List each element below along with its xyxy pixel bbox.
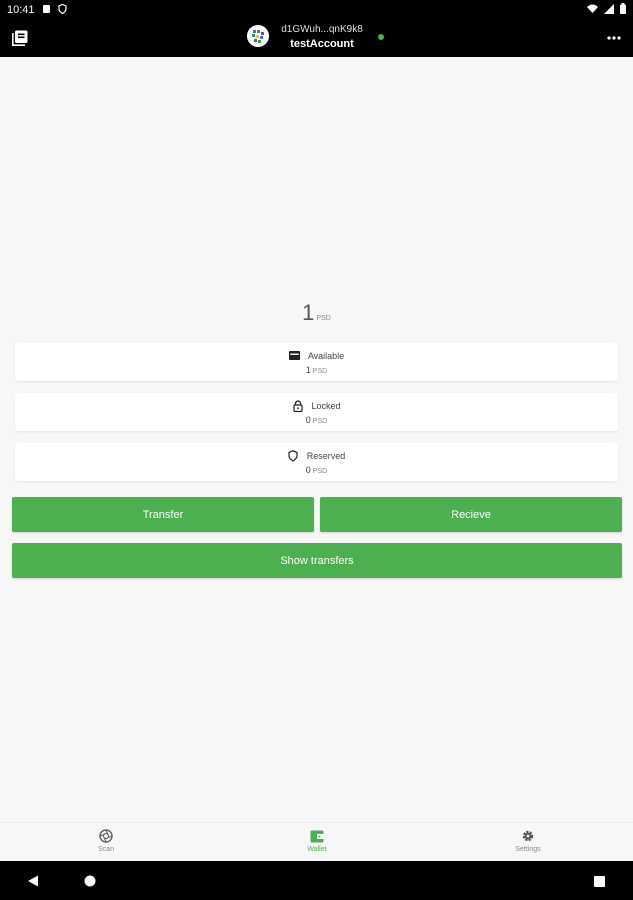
notification-icon xyxy=(42,4,51,17)
wifi-icon xyxy=(587,4,598,16)
wallet-icon xyxy=(288,350,300,361)
recents-icon[interactable] xyxy=(592,874,606,888)
account-name: testAccount xyxy=(290,38,354,50)
account-address: d1GWuh...qnK9k8 xyxy=(281,24,363,35)
account-info[interactable]: d1GWuh...qnK9k8 testAccount xyxy=(277,23,367,51)
system-nav xyxy=(0,861,633,900)
total-balance-amount: 1 xyxy=(302,300,315,325)
nav-label-wallet: Wallet xyxy=(307,846,327,853)
library-icon[interactable] xyxy=(11,29,29,47)
locked-unit: PSD xyxy=(312,418,328,425)
nav-label-scan: Scan xyxy=(98,846,114,853)
total-balance-unit: PSD xyxy=(316,315,331,322)
more-icon[interactable] xyxy=(605,28,623,48)
available-card: Available 1 PSD xyxy=(15,343,618,381)
locked-label: Locked xyxy=(311,400,341,411)
nav-item-wallet[interactable]: Wallet xyxy=(277,828,357,853)
gear-icon xyxy=(488,828,568,844)
available-value: 1 xyxy=(305,365,311,375)
home-icon[interactable] xyxy=(83,874,97,888)
reserved-unit: PSD xyxy=(312,468,328,475)
signal-icon xyxy=(604,3,614,17)
reserved-value: 0 xyxy=(305,465,311,475)
shield-icon xyxy=(57,3,67,17)
show-transfers-button[interactable]: Show transfers xyxy=(12,543,622,578)
available-label: Available xyxy=(307,350,345,361)
wallet-icon xyxy=(277,828,357,844)
bottom-nav: Scan Wallet Settings xyxy=(0,822,633,861)
back-icon[interactable] xyxy=(26,874,40,888)
battery-icon xyxy=(620,3,626,17)
locked-value: 0 xyxy=(305,415,311,425)
nav-item-settings[interactable]: Settings xyxy=(488,828,568,853)
reserved-label: Reserved xyxy=(306,450,346,461)
available-unit: PSD xyxy=(312,368,328,375)
nav-label-settings: Settings xyxy=(515,846,541,853)
locked-card: Locked 0 PSD xyxy=(15,393,618,431)
transfer-button[interactable]: Transfer xyxy=(12,497,314,532)
aperture-icon xyxy=(66,828,146,844)
receive-button[interactable]: Recieve xyxy=(320,497,622,532)
shield-icon xyxy=(288,449,299,462)
app-bar: d1GWuh...qnK9k8 testAccount xyxy=(0,20,633,57)
nav-item-scan[interactable]: Scan xyxy=(66,828,146,853)
status-bar: 10:41 xyxy=(0,0,633,20)
lock-icon xyxy=(292,399,303,412)
online-status-indicator xyxy=(378,34,384,40)
status-time: 10:41 xyxy=(7,4,35,16)
total-balance: 1 PSD xyxy=(0,300,633,326)
reserved-card: Reserved 0 PSD xyxy=(15,443,618,481)
avatar[interactable] xyxy=(247,25,269,47)
